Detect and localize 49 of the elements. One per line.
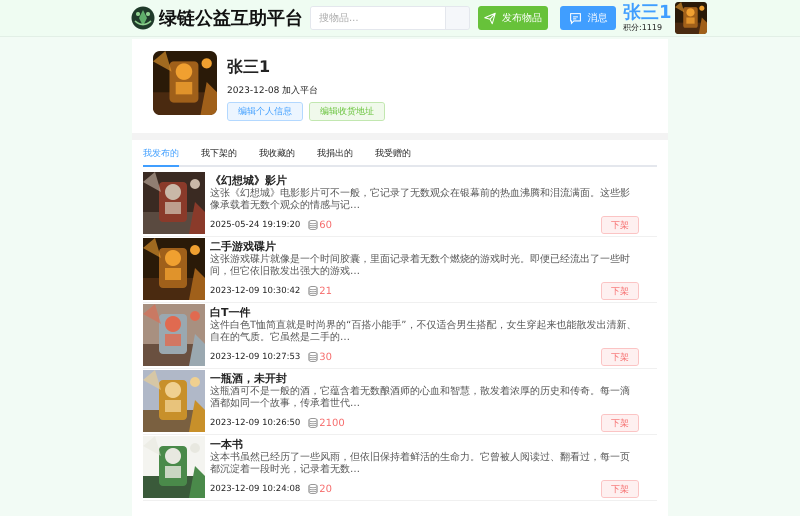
item-title[interactable]: 一本书	[210, 437, 657, 452]
tab[interactable]: 我捐出的	[317, 147, 353, 167]
message-button[interactable]: 消息	[560, 6, 616, 30]
item-price: 30	[319, 352, 332, 362]
tab[interactable]: 我下架的	[201, 147, 237, 167]
tab[interactable]: 我发布的	[143, 147, 179, 167]
publish-button[interactable]: 发布物品	[478, 6, 548, 30]
delist-button[interactable]: 下架	[601, 216, 639, 234]
item-description: 这本书虽然已经历了一些风雨，但依旧保持着鲜活的生命力。它曾被人阅读过、翻看过，每一页都沉淀着一段时光，记录着无数…	[210, 452, 631, 476]
search-button[interactable]	[446, 6, 470, 30]
send-icon	[484, 12, 496, 24]
item-price: 2100	[319, 418, 345, 428]
search-field[interactable]: 搜物品...	[310, 6, 446, 30]
join-date: 2023-12-08 加入平台	[227, 84, 320, 97]
item-time: 2023-12-09 10:24:08	[210, 484, 300, 494]
item-title[interactable]: 《幻想城》影片	[210, 173, 657, 188]
item-time: 2025-05-24 19:19:20	[210, 220, 300, 230]
tab[interactable]: 我收藏的	[259, 147, 295, 167]
item-price: 20	[319, 484, 332, 494]
item-description: 这张游戏碟片就像是一个时间胶囊，里面记录着无数个燃烧的游戏时光。即便已经流出了一些时间，但它依旧散发出强大的游戏…	[210, 254, 631, 278]
item-description: 这瓶酒可不是一般的酒，它蕴含着无数酿酒师的心血和智慧，散发着浓厚的历史和传奇。每一滴酒都如同一个故事，传承着世代…	[210, 386, 631, 410]
coins-icon	[308, 418, 318, 428]
item-price: 60	[319, 220, 332, 230]
item-time: 2023-12-09 10:27:53	[210, 352, 300, 362]
site-title: 绿链公益互助平台	[159, 7, 303, 30]
item-title[interactable]: 二手游戏碟片	[210, 239, 657, 254]
coins-icon	[308, 286, 318, 296]
edit-profile-button[interactable]: 编辑个人信息	[227, 102, 303, 121]
profile-name: 张三1	[227, 57, 272, 78]
coins-icon	[308, 220, 318, 230]
item-title[interactable]: 一瓶酒，未开封	[210, 371, 657, 386]
item-price: 21	[319, 286, 332, 296]
edit-address-button[interactable]: 编辑收货地址	[309, 102, 385, 121]
delist-button[interactable]: 下架	[601, 282, 639, 300]
chat-icon	[568, 12, 582, 24]
delist-button[interactable]: 下架	[601, 480, 639, 498]
item-time: 2023-12-09 10:26:50	[210, 418, 300, 428]
item-description: 这件白色T恤简直就是时尚界的“百搭小能手”，不仅适合男生搭配，女生穿起来也能散发出清新、自在的气质。它虽然是二手的…	[210, 320, 638, 344]
user-name[interactable]: 张三1	[623, 3, 672, 23]
item-time: 2023-12-09 10:30:42	[210, 286, 300, 296]
delist-button[interactable]: 下架	[601, 348, 639, 366]
points-label: 积分:1119	[623, 23, 664, 33]
coins-icon	[308, 484, 318, 494]
item-title[interactable]: 白T一件	[210, 305, 657, 320]
coins-icon	[308, 352, 318, 362]
tab[interactable]: 我受赠的	[375, 147, 411, 167]
logo-icon	[131, 6, 155, 30]
item-description: 这张《幻想城》电影影片可不一般，它记录了无数观众在银幕前的热血沸腾和泪流满面。这些影像承载着无数个观众的情感与记…	[210, 188, 631, 212]
delist-button[interactable]: 下架	[601, 414, 639, 432]
